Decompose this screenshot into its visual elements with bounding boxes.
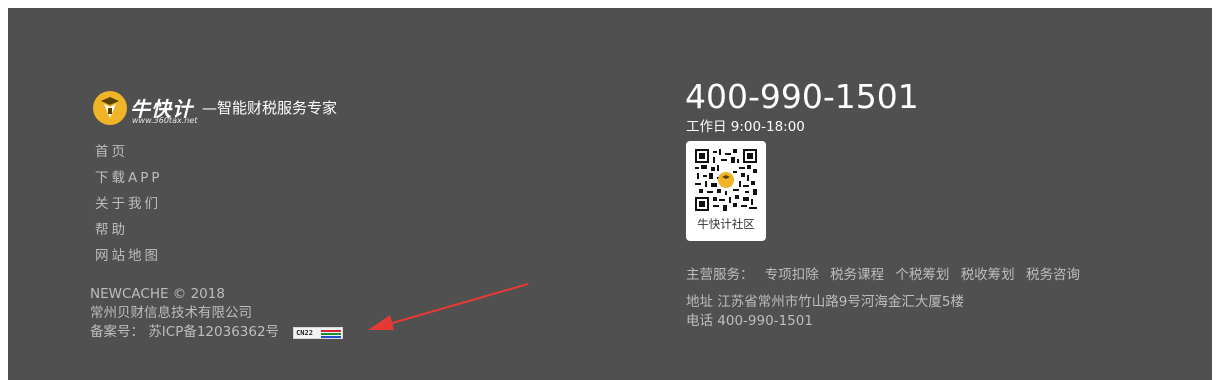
- qr-code-icon: [695, 149, 757, 211]
- service-link-tax-consulting[interactable]: 税务咨询: [1026, 267, 1080, 283]
- company-name: 常州贝财信息技术有限公司: [90, 305, 252, 321]
- hotline-number: 400-990-1501: [685, 77, 919, 116]
- footer-nav: 首页 下载APP 关于我们 帮助 网站地图: [95, 143, 163, 273]
- service-link-tax-courses[interactable]: 税务课程: [830, 267, 884, 283]
- nav-about-link[interactable]: 关于我们: [95, 195, 163, 221]
- nav-home-link[interactable]: 首页: [95, 143, 163, 169]
- logo-emblem-icon: [93, 91, 127, 125]
- service-link-personal-tax-planning[interactable]: 个税筹划: [895, 267, 949, 283]
- copyright-block: NEWCACHE © 2018 常州贝财信息技术有限公司 备案号： 苏ICP备1…: [90, 285, 344, 342]
- address-line: 地址 江苏省常州市竹山路9号河海金汇大厦5楼: [686, 294, 964, 310]
- logo-url: www.360tax.net: [132, 116, 198, 125]
- nav-download-app-link[interactable]: 下载APP: [95, 169, 163, 195]
- icp-number-link[interactable]: 备案号： 苏ICP备12036362号: [90, 323, 279, 342]
- contact-address-block: 地址 江苏省常州市竹山路9号河海金汇大厦5楼 电话 400-990-1501: [686, 293, 964, 331]
- nav-sitemap-link[interactable]: 网站地图: [95, 247, 163, 273]
- copyright-line: NEWCACHE © 2018: [90, 286, 225, 302]
- red-arrow-annotation: [368, 283, 529, 330]
- service-link-tax-planning[interactable]: 税收筹划: [961, 267, 1015, 283]
- cn22-badge-text: CN22: [296, 328, 313, 337]
- qr-code-card: 牛快计社区: [686, 141, 766, 241]
- services-label: 主营服务：: [686, 267, 754, 283]
- nav-help-link[interactable]: 帮助: [95, 221, 163, 247]
- work-hours: 工作日 9:00-18:00: [686, 119, 805, 135]
- services-row: 主营服务： 专项扣除 税务课程 个税筹划 税收筹划 税务咨询: [686, 263, 1087, 283]
- phone-line: 电话 400-990-1501: [686, 313, 813, 329]
- qr-code-label: 牛快计社区: [697, 217, 755, 231]
- logo-slogan: —智能财税服务专家: [202, 99, 338, 117]
- cn22-badge[interactable]: CN22: [293, 326, 344, 339]
- scrollbar-gutter: [1212, 8, 1216, 380]
- service-link-special-deduction[interactable]: 专项扣除: [765, 267, 819, 283]
- icp-row: 备案号： 苏ICP备12036362号 CN22: [90, 323, 344, 342]
